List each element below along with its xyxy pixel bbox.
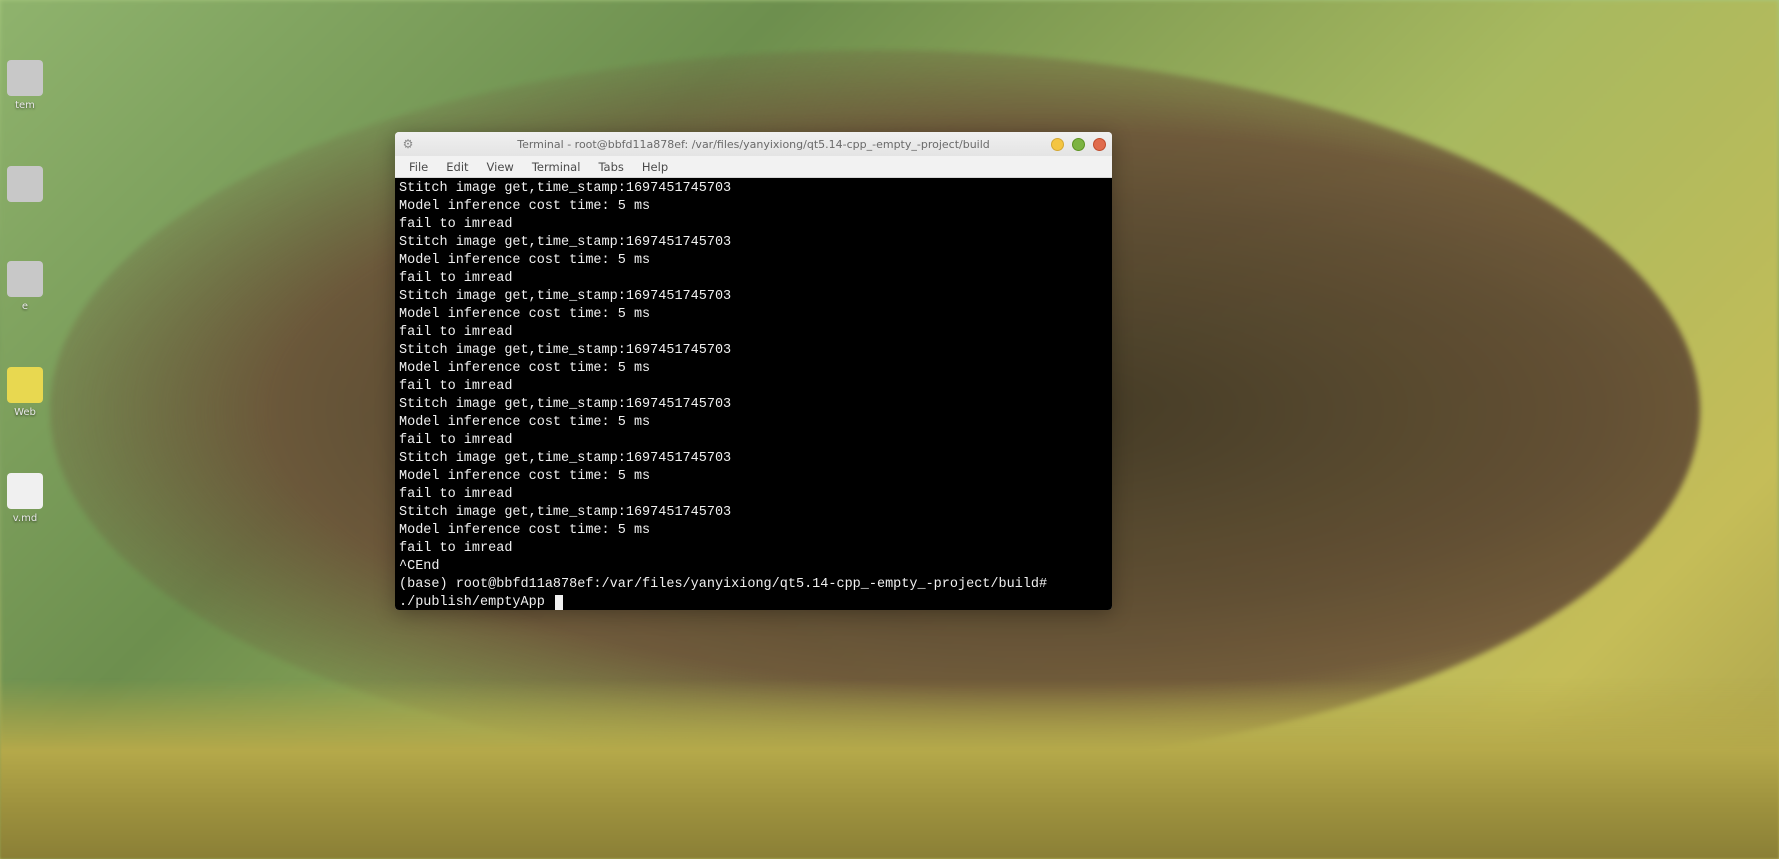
close-button[interactable]	[1093, 138, 1106, 151]
menu-edit[interactable]: Edit	[438, 158, 476, 176]
maximize-button[interactable]	[1072, 138, 1085, 151]
window-titlebar[interactable]: ⚙ Terminal - root@bbfd11a878ef: /var/fil…	[395, 132, 1112, 156]
icon-label: e	[22, 301, 28, 312]
desktop-icon[interactable]: v.md	[0, 473, 50, 524]
desktop-icon[interactable]	[0, 166, 50, 206]
desktop-icon[interactable]: Web	[0, 367, 50, 418]
window-title: Terminal - root@bbfd11a878ef: /var/files…	[517, 138, 990, 151]
menu-terminal[interactable]: Terminal	[524, 158, 589, 176]
gear-icon[interactable]: ⚙	[401, 137, 415, 151]
minimize-button[interactable]	[1051, 138, 1064, 151]
icon-label: Web	[14, 407, 36, 418]
window-controls	[1051, 138, 1106, 151]
desktop-icon[interactable]: e	[0, 261, 50, 312]
icon-label: tem	[15, 100, 35, 111]
menu-tabs[interactable]: Tabs	[590, 158, 631, 176]
file-icon	[7, 473, 43, 509]
app-icon	[7, 261, 43, 297]
icon-label: v.md	[13, 513, 37, 524]
app-icon	[7, 367, 43, 403]
app-icon	[7, 166, 43, 202]
menu-view[interactable]: View	[479, 158, 522, 176]
menu-bar: File Edit View Terminal Tabs Help	[395, 156, 1112, 178]
menu-help[interactable]: Help	[634, 158, 676, 176]
desktop-icons-grid: tem e Web v.md	[0, 60, 50, 524]
terminal-output[interactable]: Stitch image get,time_stamp:169745174570…	[395, 178, 1112, 610]
terminal-cursor	[555, 595, 563, 610]
menu-file[interactable]: File	[401, 158, 436, 176]
desktop-icon[interactable]: tem	[0, 60, 50, 111]
app-icon	[7, 60, 43, 96]
wallpaper-foreground	[0, 679, 1779, 859]
terminal-window[interactable]: ⚙ Terminal - root@bbfd11a878ef: /var/fil…	[395, 132, 1112, 610]
